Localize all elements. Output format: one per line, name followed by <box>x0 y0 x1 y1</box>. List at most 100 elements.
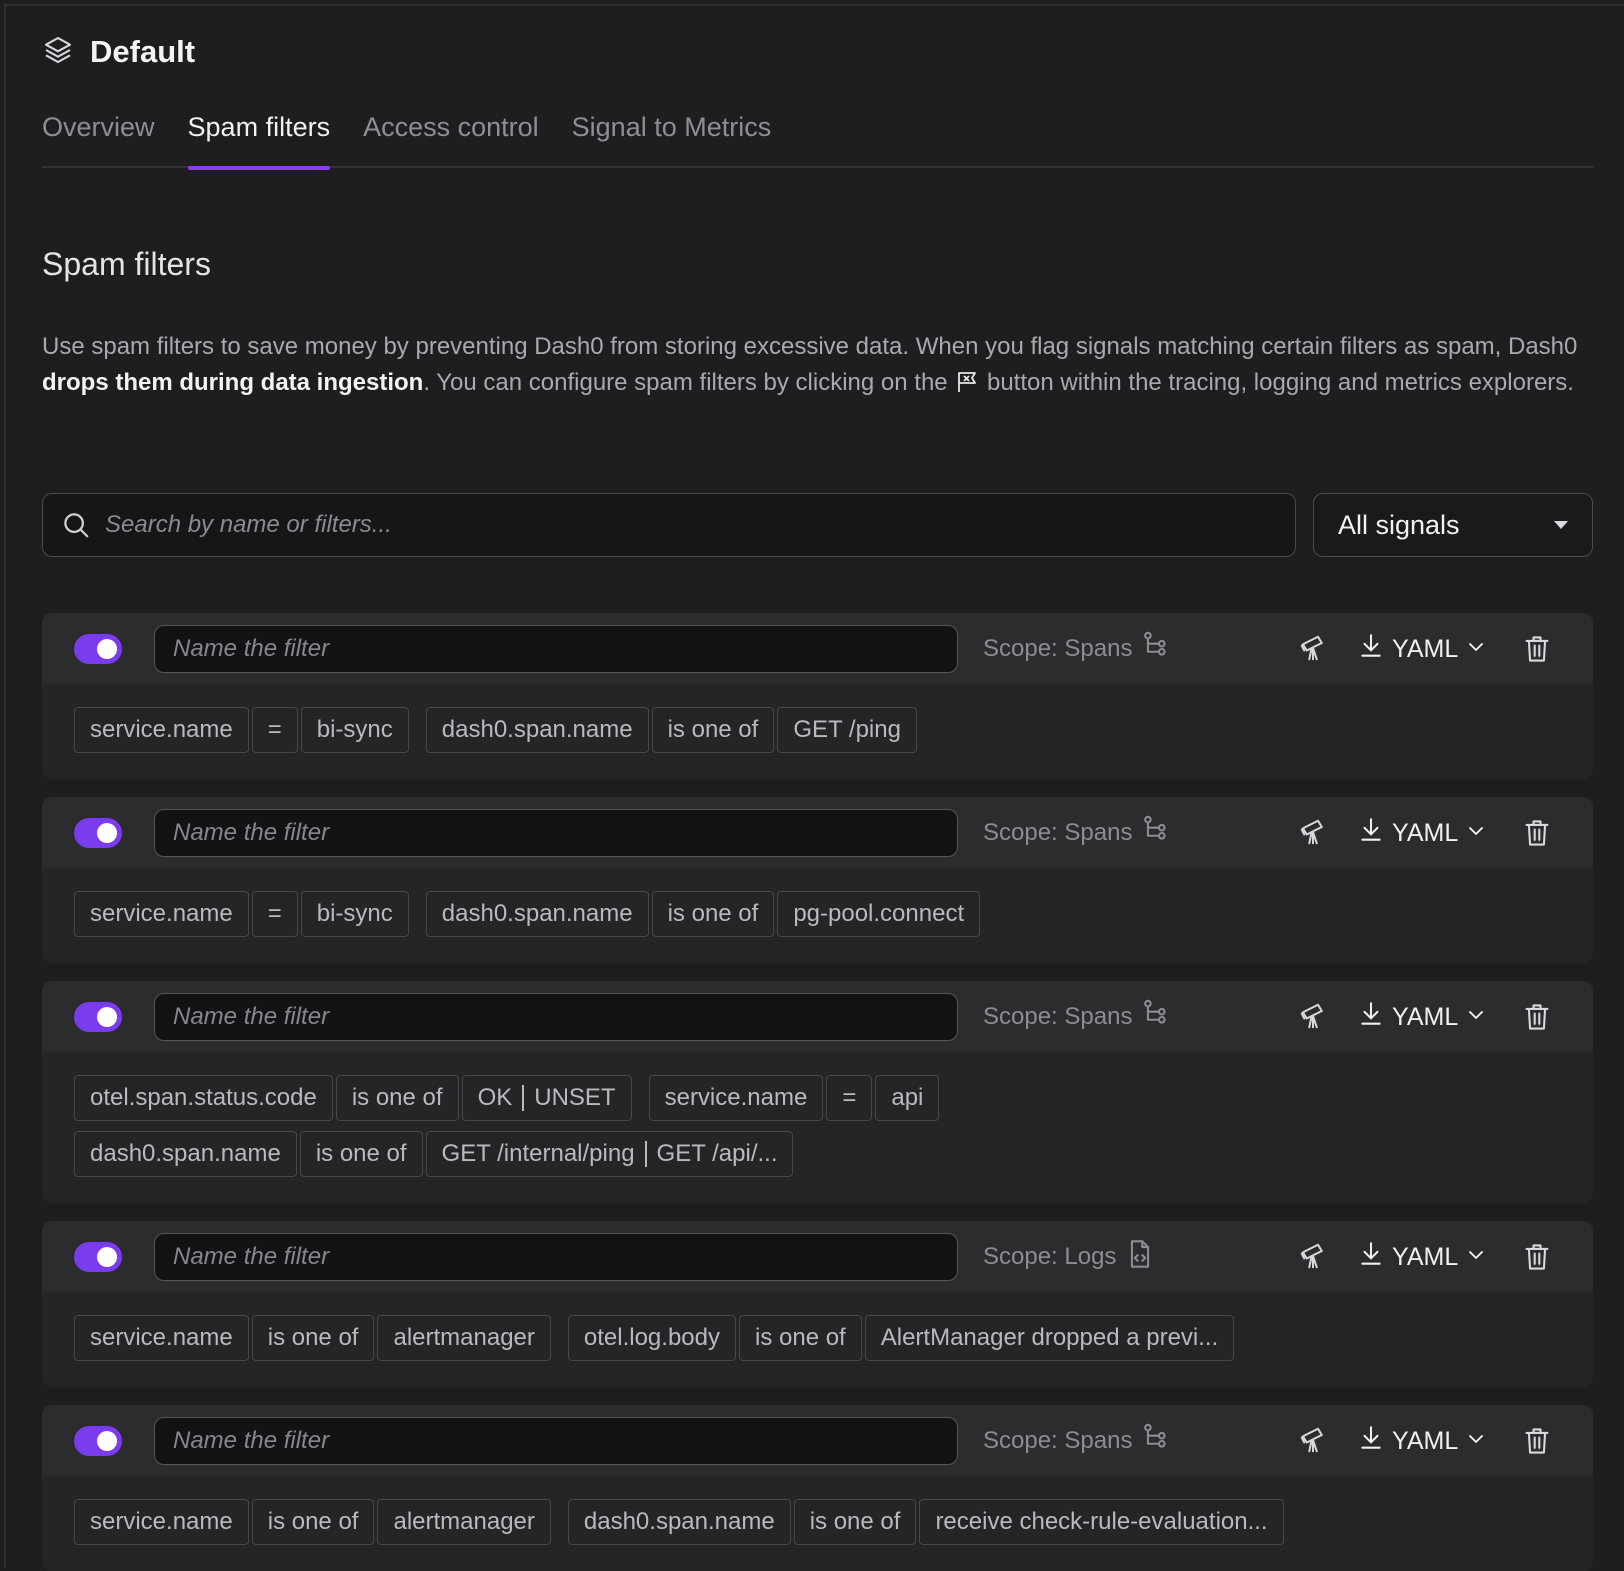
filter-name-input[interactable] <box>154 1233 958 1281</box>
filter-conditions: service.name is one of alertmanager dash… <box>42 1477 1593 1569</box>
filter-condition: otel.span.status.code is one of OKUNSET <box>74 1075 632 1121</box>
chevron-down-icon <box>1466 635 1486 664</box>
condition-key[interactable]: dash0.span.name <box>426 891 649 937</box>
trash-icon[interactable] <box>1523 1242 1551 1277</box>
filter-name-input[interactable] <box>154 1417 958 1465</box>
condition-values[interactable]: bi-sync <box>301 707 409 753</box>
search-input[interactable] <box>105 511 1295 539</box>
condition-operator[interactable]: is one of <box>252 1499 375 1545</box>
trash-icon[interactable] <box>1523 1002 1551 1037</box>
condition-values[interactable]: alertmanager <box>377 1315 550 1361</box>
trash-icon[interactable] <box>1523 818 1551 853</box>
filter-card-header: Scope: Spans YAML <box>42 613 1593 685</box>
condition-values[interactable]: GET /internal/pingGET /api/... <box>426 1131 794 1177</box>
condition-value: alertmanager <box>393 1508 534 1536</box>
condition-key[interactable]: otel.span.status.code <box>74 1075 333 1121</box>
condition-key[interactable]: service.name <box>74 707 249 753</box>
page-title: Default <box>90 34 195 70</box>
signal-type-select[interactable]: All signals <box>1313 493 1593 557</box>
condition-key[interactable]: dash0.span.name <box>74 1131 297 1177</box>
condition-values[interactable]: api <box>875 1075 939 1121</box>
condition-values[interactable]: AlertManager dropped a previ... <box>865 1315 1235 1361</box>
toggle-knob <box>97 639 117 659</box>
condition-key[interactable]: service.name <box>74 891 249 937</box>
chevron-down-icon <box>1466 1427 1486 1456</box>
filter-name-input[interactable] <box>154 993 958 1041</box>
yaml-download-button[interactable]: YAML <box>1358 1405 1486 1477</box>
yaml-download-button[interactable]: YAML <box>1358 1221 1486 1293</box>
filter-enabled-toggle[interactable] <box>74 1426 122 1456</box>
condition-key[interactable]: dash0.span.name <box>568 1499 791 1545</box>
yaml-label: YAML <box>1392 819 1458 848</box>
tab-signal-to-metrics[interactable]: Signal to Metrics <box>572 102 772 168</box>
telescope-icon[interactable] <box>1298 1241 1328 1276</box>
filter-scope: Scope: Spans <box>983 981 1170 1053</box>
condition-value: alertmanager <box>393 1324 534 1352</box>
filter-condition: service.name is one of alertmanager <box>74 1499 551 1545</box>
telescope-icon[interactable] <box>1298 1425 1328 1460</box>
condition-values[interactable]: pg-pool.connect <box>777 891 980 937</box>
condition-operator[interactable]: is one of <box>652 891 775 937</box>
desc-text-3: button within the tracing, logging and m… <box>980 369 1574 396</box>
yaml-download-button[interactable]: YAML <box>1358 613 1486 685</box>
chevron-down-icon <box>1466 1003 1486 1032</box>
yaml-download-button[interactable]: YAML <box>1358 797 1486 869</box>
filter-condition: dash0.span.name is one of GET /ping <box>426 707 917 753</box>
condition-operator[interactable]: is one of <box>336 1075 459 1121</box>
yaml-label: YAML <box>1392 1427 1458 1456</box>
log-file-icon <box>1126 1239 1154 1276</box>
filter-enabled-toggle[interactable] <box>74 818 122 848</box>
condition-values[interactable]: GET /ping <box>777 707 917 753</box>
condition-operator[interactable]: is one of <box>794 1499 917 1545</box>
tab-overview[interactable]: Overview <box>42 102 155 168</box>
telescope-icon[interactable] <box>1298 1001 1328 1036</box>
filter-condition: dash0.span.name is one of GET /internal/… <box>74 1131 793 1177</box>
layers-icon <box>42 34 74 71</box>
tab-access-control[interactable]: Access control <box>363 102 539 168</box>
scope-label: Scope: Spans <box>983 1003 1132 1031</box>
filter-name-input[interactable] <box>154 809 958 857</box>
condition-operator[interactable]: = <box>252 707 298 753</box>
yaml-label: YAML <box>1392 1243 1458 1272</box>
condition-operator[interactable]: is one of <box>739 1315 862 1361</box>
condition-key[interactable]: service.name <box>74 1315 249 1361</box>
trash-icon[interactable] <box>1523 1426 1551 1461</box>
condition-values[interactable]: alertmanager <box>377 1499 550 1545</box>
condition-value: bi-sync <box>317 716 393 744</box>
filter-card-header: Scope: Spans YAML <box>42 1405 1593 1477</box>
filter-enabled-toggle[interactable] <box>74 1242 122 1272</box>
condition-operator[interactable]: = <box>826 1075 872 1121</box>
condition-key[interactable]: dash0.span.name <box>426 707 649 753</box>
span-tree-icon <box>1142 631 1170 668</box>
filter-condition: service.name = api <box>649 1075 940 1121</box>
condition-key[interactable]: service.name <box>74 1499 249 1545</box>
filter-enabled-toggle[interactable] <box>74 1002 122 1032</box>
condition-operator[interactable]: is one of <box>300 1131 423 1177</box>
trash-icon[interactable] <box>1523 634 1551 669</box>
condition-values[interactable]: bi-sync <box>301 891 409 937</box>
filter-enabled-toggle[interactable] <box>74 634 122 664</box>
condition-values[interactable]: OKUNSET <box>462 1075 632 1121</box>
condition-key[interactable]: service.name <box>649 1075 824 1121</box>
condition-key[interactable]: otel.log.body <box>568 1315 736 1361</box>
condition-value: AlertManager dropped a previ... <box>881 1324 1219 1352</box>
filter-conditions: service.name = bi-sync dash0.span.name i… <box>42 685 1593 777</box>
filter-name-input[interactable] <box>154 625 958 673</box>
condition-operator[interactable]: is one of <box>252 1315 375 1361</box>
tab-spam-filters[interactable]: Spam filters <box>188 102 331 168</box>
scope-label: Scope: Logs <box>983 1243 1116 1271</box>
toggle-knob <box>97 1007 117 1027</box>
telescope-icon[interactable] <box>1298 633 1328 668</box>
scope-label: Scope: Spans <box>983 635 1132 663</box>
telescope-icon[interactable] <box>1298 817 1328 852</box>
download-icon <box>1358 1240 1384 1275</box>
span-tree-icon <box>1142 999 1170 1036</box>
download-icon <box>1358 1424 1384 1459</box>
condition-values[interactable]: receive check-rule-evaluation... <box>919 1499 1283 1545</box>
condition-value: OK <box>478 1084 513 1112</box>
condition-value: receive check-rule-evaluation... <box>935 1508 1267 1536</box>
filter-condition: service.name = bi-sync <box>74 707 409 753</box>
yaml-download-button[interactable]: YAML <box>1358 981 1486 1053</box>
condition-operator[interactable]: = <box>252 891 298 937</box>
condition-operator[interactable]: is one of <box>652 707 775 753</box>
